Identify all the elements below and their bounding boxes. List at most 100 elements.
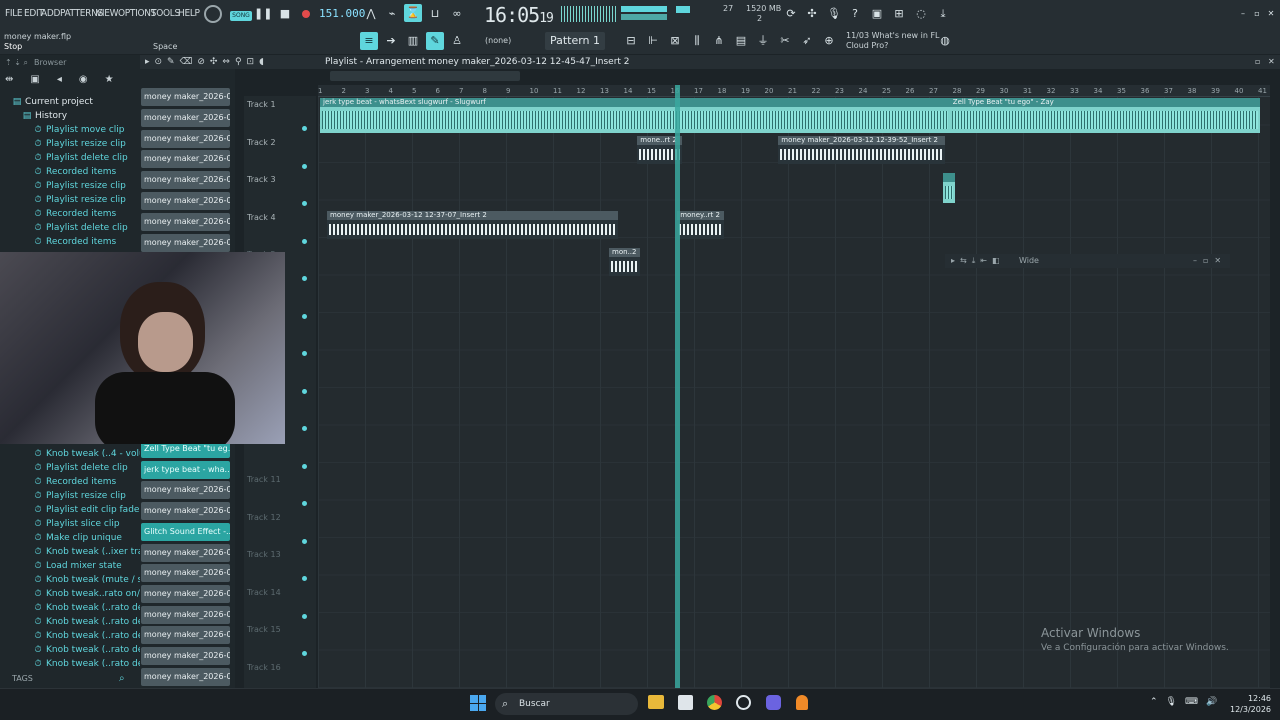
- track-enable-dot[interactable]: [302, 126, 307, 131]
- track-enable-dot[interactable]: [302, 538, 307, 544]
- channel-button[interactable]: money maker_2026-03-...: [141, 108, 230, 127]
- tags-label[interactable]: TAGS: [12, 674, 33, 683]
- plugin-icon[interactable]: ✣: [803, 5, 821, 23]
- track-enable-dot[interactable]: [302, 163, 307, 169]
- channel-button[interactable]: money maker_2026-03-...: [141, 150, 230, 169]
- track-enable-dot[interactable]: [302, 313, 307, 319]
- menu-view[interactable]: VIEW: [96, 8, 118, 19]
- track-label[interactable]: Track 12: [247, 513, 281, 522]
- song-position-clock[interactable]: 16:0519: [484, 3, 554, 27]
- store-icon[interactable]: [678, 695, 693, 710]
- track-enable-dot[interactable]: [302, 276, 307, 281]
- track-enable-dot[interactable]: [302, 426, 307, 431]
- track-enable-dot[interactable]: [302, 613, 307, 619]
- menu-file[interactable]: FILE: [5, 8, 23, 19]
- track-label[interactable]: Track 1: [247, 100, 276, 109]
- stamp-icon[interactable]: ♙: [448, 32, 466, 50]
- tools-icon[interactable]: ✂: [776, 32, 794, 50]
- song-mode-toggle[interactable]: SONG: [230, 11, 252, 21]
- record-button[interactable]: [302, 10, 310, 18]
- browser-item[interactable]: ⏱ Playlist move clip: [33, 123, 124, 137]
- channel-button[interactable]: money maker_2026-03-...: [141, 564, 230, 583]
- track-enable-dot[interactable]: [302, 388, 307, 394]
- wait-input-icon[interactable]: ⌁: [383, 5, 401, 23]
- piano-roll-icon[interactable]: ▥: [404, 32, 422, 50]
- browser-item[interactable]: ⏱ Playlist resize clip: [33, 179, 125, 193]
- channel-button[interactable]: money maker_2026-03-...: [141, 647, 230, 665]
- browser-history-item[interactable]: ⏱ Playlist delete clip: [33, 461, 127, 475]
- browser-item[interactable]: ⏱ Playlist resize clip: [33, 193, 125, 207]
- channel-button[interactable]: money maker_2026-03-...: [141, 584, 230, 603]
- playlist-maximize-icon[interactable]: ▫: [1255, 57, 1260, 66]
- track-label[interactable]: Track 11: [247, 475, 281, 484]
- step-edit-icon[interactable]: ⊔: [426, 5, 444, 23]
- browser-item[interactable]: ⏱ Recorded items: [33, 235, 116, 249]
- chrome-icon[interactable]: [707, 695, 722, 710]
- browser-item[interactable]: ⏱ Playlist delete clip: [33, 151, 127, 165]
- channel-button[interactable]: money maker_2026-03-...: [141, 605, 230, 624]
- file-icon[interactable]: ▤: [732, 32, 750, 50]
- channel-button[interactable]: Glitch Sound Effect -...: [141, 522, 230, 541]
- pattern-selector[interactable]: Pattern 1: [545, 32, 605, 50]
- menu-help[interactable]: HELP: [178, 8, 200, 19]
- browser-item[interactable]: ⏱ Recorded items: [33, 165, 116, 179]
- browser-history-item[interactable]: ⏱ Make clip unique: [33, 531, 121, 545]
- loop-record-icon[interactable]: ∞: [448, 5, 466, 23]
- browser-history-item[interactable]: ⏱ Knob tweak (..ixer track): [33, 545, 157, 559]
- channel-rack-icon[interactable]: ⊟: [622, 32, 640, 50]
- countdown-icon[interactable]: ⌛: [404, 4, 422, 22]
- track-label[interactable]: Track 2: [247, 138, 276, 147]
- browser-item[interactable]: ▤ History: [22, 109, 67, 123]
- channel-button[interactable]: money maker_2026-03-...: [141, 233, 230, 252]
- browser-item[interactable]: ⏱ Playlist resize clip: [33, 137, 125, 151]
- fl-studio-icon[interactable]: [796, 695, 808, 710]
- plugin-picker-icon[interactable]: ⊠: [666, 32, 684, 50]
- globe-icon[interactable]: ◍: [936, 32, 954, 50]
- browser-history-item[interactable]: ⏱ Playlist resize clip: [33, 489, 125, 503]
- browser-history-item[interactable]: ⏱ Recorded items: [33, 475, 116, 489]
- channel-button[interactable]: money maker_2026-03-...: [141, 212, 230, 231]
- news-panel[interactable]: 11/03 What's new in FL Cloud Pro?: [846, 31, 940, 51]
- browser-tabs[interactable]: ⇹▣◂◉★: [5, 74, 137, 90]
- playlist-grid[interactable]: [318, 97, 1270, 688]
- channel-button[interactable]: jerk type beat - wha...: [141, 460, 230, 479]
- close-icon[interactable]: ✕: [1262, 5, 1280, 23]
- pause-button[interactable]: ❚❚: [254, 5, 272, 23]
- track-enable-dot[interactable]: [302, 351, 307, 356]
- track-label[interactable]: Track 4: [247, 213, 276, 222]
- playlist-close-icon[interactable]: ✕: [1268, 57, 1275, 66]
- browser-history-item[interactable]: ⏱ Load mixer state: [33, 559, 121, 573]
- stop-button[interactable]: ■: [276, 5, 294, 23]
- track-enable-dot[interactable]: [302, 501, 307, 506]
- channel-button[interactable]: money maker_2026-03-...: [141, 481, 230, 500]
- channel-button[interactable]: money maker_2026-03-...: [141, 502, 230, 521]
- start-icon[interactable]: [470, 695, 486, 711]
- menu-tools[interactable]: TOOLS: [151, 8, 180, 19]
- channel-button[interactable]: money maker_2026-03-...: [141, 667, 230, 686]
- refresh-icon[interactable]: ⟳: [782, 5, 800, 23]
- playhead[interactable]: [675, 85, 681, 688]
- app-icon[interactable]: [736, 695, 751, 710]
- playlist-scrollbar[interactable]: [330, 71, 520, 81]
- track-label[interactable]: Track 15: [247, 625, 281, 634]
- browser-nav-icon[interactable]: ⇡ ⇣ ⌕: [5, 58, 28, 68]
- track-enable-dot[interactable]: [302, 651, 307, 656]
- browser-item[interactable]: ⏱ Recorded items: [33, 207, 116, 221]
- tempo-display[interactable]: 151.000: [319, 7, 365, 20]
- pencil-icon[interactable]: ✎: [426, 32, 444, 50]
- tray-icons[interactable]: ⌃🎙⌨🔊: [1150, 697, 1225, 707]
- channel-button[interactable]: money maker_2026-03-...: [141, 543, 230, 562]
- track-enable-dot[interactable]: [302, 201, 307, 206]
- browser-item[interactable]: ▤ Current project: [12, 95, 93, 109]
- track-enable-dot[interactable]: [302, 576, 307, 581]
- menu-add[interactable]: ADD: [41, 8, 60, 19]
- browser-search-icon[interactable]: ⌕: [119, 673, 125, 684]
- channel-button[interactable]: money maker_2026-03-...: [141, 129, 230, 148]
- channel-button[interactable]: money maker_2026-03-...: [141, 626, 230, 645]
- metronome-icon[interactable]: ⋀: [362, 5, 380, 23]
- tree-icon[interactable]: ⋔: [710, 32, 728, 50]
- microphone-icon[interactable]: 🎙: [825, 5, 843, 23]
- channel-button[interactable]: money maker_2026-03-...: [141, 192, 230, 210]
- snap-arrow-icon[interactable]: ➔: [382, 32, 400, 50]
- track-enable-dot[interactable]: [302, 463, 307, 469]
